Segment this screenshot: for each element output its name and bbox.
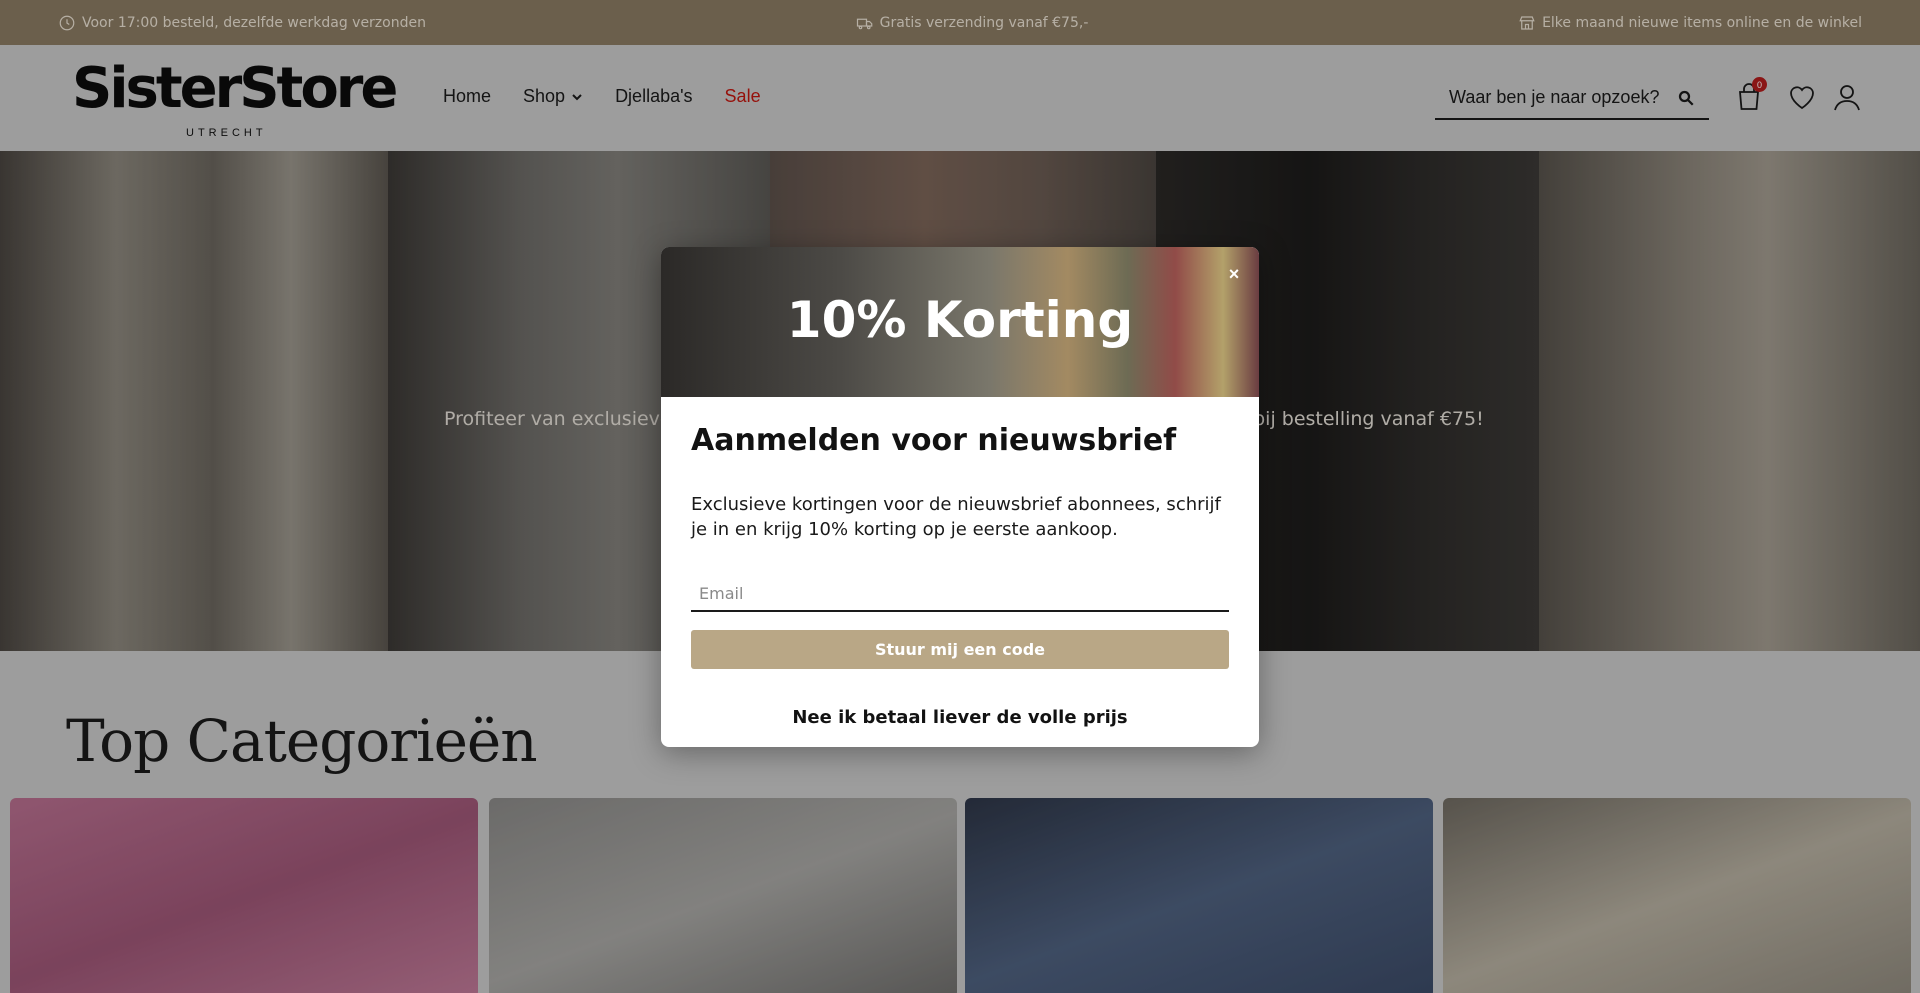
- modal-heading: Aanmelden voor nieuwsbrief: [691, 423, 1177, 458]
- modal-title: 10% Korting: [786, 291, 1134, 349]
- modal-body-text: Exclusieve kortingen voor de nieuwsbrief…: [691, 494, 1221, 540]
- newsletter-modal: 10% Korting × Aanmelden voor nieuwsbrief…: [661, 247, 1259, 747]
- close-icon[interactable]: ×: [1223, 263, 1245, 285]
- send-code-button[interactable]: Stuur mij een code: [691, 630, 1229, 669]
- email-field[interactable]: [691, 576, 1229, 612]
- decline-link[interactable]: Nee ik betaal liever de volle prijs: [661, 707, 1259, 728]
